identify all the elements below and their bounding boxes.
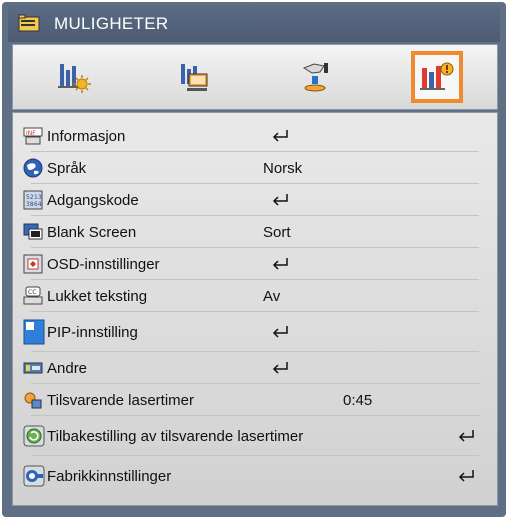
menu-window: MULIGHETER INF Informasjon Språk Norsk 5…: [2, 2, 506, 517]
svg-text:CC: CC: [28, 289, 36, 296]
menu-item-label: OSD-innstillinger: [47, 255, 160, 273]
info-screen-icon: INF: [23, 127, 43, 145]
enter-icon: [272, 194, 288, 206]
menu-item-pip-innstilling[interactable]: PIP-innstilling: [13, 313, 497, 351]
menu-item-label: Lukket teksting: [47, 287, 148, 305]
pip-icon: [23, 319, 45, 345]
menu-item-sprak[interactable]: Språk Norsk: [13, 153, 497, 183]
menu-item-label: Informasjon: [47, 127, 126, 145]
laser-timer-icon: [24, 392, 42, 409]
globe-icon: [23, 158, 43, 178]
enter-icon: [272, 362, 288, 374]
menu-folder-icon: [18, 14, 42, 34]
svg-text:13: 13: [34, 194, 42, 201]
page-title: MULIGHETER: [54, 14, 169, 33]
other-settings-icon: [23, 362, 43, 374]
enter-icon: [458, 430, 474, 442]
enter-icon: [272, 258, 288, 270]
closed-caption-icon: CC: [23, 286, 43, 305]
tab-display[interactable]: [169, 51, 221, 103]
options-chart-icon: [419, 62, 453, 90]
menu-item-andre[interactable]: Andre: [13, 353, 497, 383]
menu-item-label: Tilsvarende lasertimer: [47, 391, 194, 409]
menu-item-label: Språk: [47, 159, 87, 177]
menu-item-value: Av: [263, 287, 281, 305]
menu-item-value: 0:45: [343, 391, 373, 409]
title-bar: MULIGHETER: [8, 6, 500, 42]
osd-settings-icon: [23, 254, 43, 274]
menu-item-blank-screen[interactable]: Blank Screen Sort: [13, 217, 497, 247]
tab-options[interactable]: [410, 51, 463, 103]
menu-item-label: Blank Screen: [47, 223, 137, 241]
bar-chart-sun-icon: [57, 64, 91, 93]
menu-item-label: Fabrikkinnstillinger: [47, 467, 172, 485]
reset-timer-icon: [23, 425, 45, 447]
menu-item-label: PIP-innstilling: [47, 323, 138, 341]
svg-text:52: 52: [26, 194, 34, 201]
menu-item-label: Tilbakestilling av tilsvarende lasertime…: [47, 427, 304, 445]
display-screen-icon: [180, 64, 207, 91]
menu-item-osd-innstillinger[interactable]: OSD-innstillinger: [13, 249, 497, 279]
menu-item-adgangskode[interactable]: 52 38 13 64 Adgangskode: [13, 185, 497, 215]
menu-item-tilsvarende-lasertimer: Tilsvarende lasertimer 0:45: [13, 385, 497, 415]
menu-item-value: Sort: [263, 223, 291, 241]
tab-image[interactable]: [48, 51, 100, 103]
menu-item-value: Norsk: [263, 159, 303, 177]
menu-item-label: Andre: [47, 359, 88, 377]
svg-text:38: 38: [26, 201, 34, 208]
enter-icon: [458, 470, 474, 482]
menu-item-lukket-teksting[interactable]: CC Lukket teksting Av: [13, 281, 497, 311]
tab-setup[interactable]: [290, 51, 342, 103]
menu-item-informasjon[interactable]: INF Informasjon: [13, 121, 497, 151]
factory-reset-icon: [23, 465, 45, 487]
keypad-icon: 52 38 13 64: [23, 190, 43, 210]
menu-item-tilbakestilling-lasertimer[interactable]: Tilbakestilling av tilsvarende lasertime…: [13, 419, 497, 453]
options-list: INF Informasjon Språk Norsk 52 38 13 64 …: [12, 112, 498, 506]
tab-bar: [12, 44, 498, 110]
svg-text:64: 64: [34, 201, 42, 208]
enter-icon: [272, 130, 288, 142]
hand-setup-icon: [302, 63, 328, 92]
menu-item-label: Adgangskode: [47, 191, 139, 209]
svg-text:INF: INF: [26, 130, 36, 137]
enter-icon: [272, 326, 288, 338]
blank-screen-icon: [23, 223, 43, 240]
menu-item-fabrikkinnstillinger[interactable]: Fabrikkinnstillinger: [13, 459, 497, 493]
